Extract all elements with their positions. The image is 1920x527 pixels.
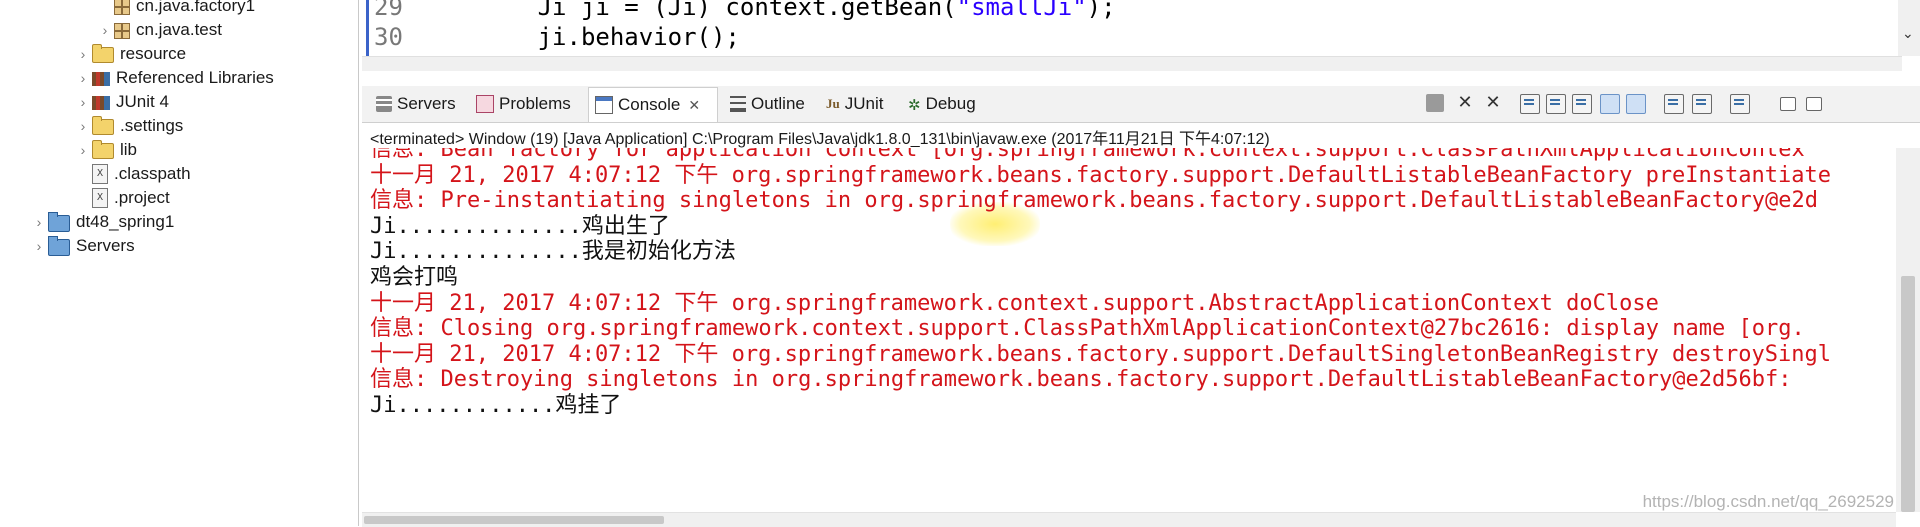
scroll-lock-icon[interactable] (1546, 94, 1566, 114)
tab-label: JUnit (844, 94, 884, 113)
tab-label: Outline (751, 94, 805, 113)
problems-icon (476, 95, 494, 113)
tree-item-label: resource (120, 44, 187, 63)
tab-console[interactable]: Console ✕ (588, 87, 718, 122)
console-vertical-scrollbar[interactable] (1896, 148, 1920, 512)
tree-item-label: .classpath (114, 164, 191, 183)
tree-item-label: Servers (76, 236, 135, 255)
servers-icon (376, 96, 392, 112)
tab-outline[interactable]: Outline (724, 88, 805, 120)
minimize-view-icon[interactable] (1780, 97, 1796, 111)
package-icon (114, 22, 130, 39)
code-line-30[interactable]: 30 ji.behavior(); (374, 22, 740, 52)
project-icon (48, 211, 70, 232)
scroll-thumb[interactable] (1901, 276, 1915, 512)
tab-junit[interactable]: Ju JUnit (820, 88, 883, 120)
code-line-29[interactable]: 29 Ji ji = (Ji) context.getBean("smallJi… (374, 0, 1116, 22)
editor-change-marker (366, 0, 369, 56)
debug-icon: ✲ (908, 97, 921, 114)
tree-item-label: JUnit 4 (116, 92, 169, 111)
folder-icon (92, 140, 114, 159)
chevron-right-icon[interactable]: › (74, 118, 92, 134)
code-string-literal: "smallJi" (956, 0, 1087, 21)
word-wrap-icon[interactable] (1572, 94, 1592, 114)
tab-debug[interactable]: ✲ Debug (902, 88, 976, 120)
tab-label: Servers (397, 94, 456, 113)
package-icon (114, 0, 130, 15)
console-output-line: Ji............鸡挂了 (370, 393, 622, 418)
chevron-right-icon[interactable]: › (74, 142, 92, 158)
tree-item-label: dt48_spring1 (76, 212, 175, 231)
launch-info: <terminated> Window (19) [Java Applicati… (370, 131, 1270, 148)
watermark: https://blog.csdn.net/qq_2692529 (1642, 492, 1894, 511)
chevron-right-icon[interactable]: › (74, 70, 92, 86)
tab-label: Problems (499, 94, 571, 113)
chevron-right-icon[interactable]: › (30, 238, 48, 254)
tree-item-label: .settings (120, 116, 184, 135)
open-console-icon[interactable] (1730, 94, 1750, 114)
remove-all-terminated-icon[interactable]: ✕ (1484, 94, 1502, 112)
view-tab-bar: Servers Problems Console ✕ Outline Ju JU… (362, 86, 1920, 123)
tree-item-label: Referenced Libraries (116, 68, 274, 87)
tree-item-label: .project (114, 188, 170, 207)
chevron-down-icon[interactable]: ⌄ (1902, 26, 1914, 42)
xml-file-icon: X (92, 164, 108, 184)
maximize-view-icon[interactable] (1806, 97, 1822, 111)
line-number: 30 (374, 23, 403, 51)
tab-label: Console (618, 95, 681, 114)
code-text-end: ); (1086, 0, 1116, 21)
console-icon (595, 96, 613, 114)
pin-console-icon[interactable] (1664, 94, 1684, 114)
show-on-stderr-icon[interactable] (1626, 94, 1646, 114)
junit-icon: Ju (826, 96, 840, 111)
tree-item-label: cn.java.test (136, 20, 222, 39)
tree-item-label: lib (120, 140, 138, 159)
tree-item[interactable]: › Servers (30, 232, 135, 260)
close-icon[interactable]: ✕ (688, 97, 700, 114)
editor-horizontal-scrollbar[interactable] (362, 56, 1902, 71)
code-text: Ji ji = (Ji) context.getBean( (422, 0, 957, 21)
console-output[interactable]: 信息: Bean factory for application context… (362, 148, 1896, 512)
display-selected-console-icon[interactable] (1692, 94, 1712, 114)
library-icon (92, 72, 110, 86)
package-explorer: cn.java.factory1 › cn.java.test › resource › R… (0, 0, 359, 526)
outline-icon (730, 96, 746, 112)
code-editor[interactable]: 29 Ji ji = (Ji) context.getBean("smallJi… (362, 0, 1920, 56)
tree-item-label: cn.java.factory1 (136, 0, 256, 15)
chevron-right-icon[interactable]: › (30, 214, 48, 230)
folder-icon (92, 44, 114, 63)
tab-servers[interactable]: Servers (370, 88, 456, 120)
library-icon (92, 96, 110, 110)
editor-vertical-scrollbar[interactable]: ⌄ (1898, 0, 1920, 56)
project-icon (48, 235, 70, 256)
tab-problems[interactable]: Problems (470, 88, 571, 120)
clear-console-icon[interactable] (1520, 94, 1540, 114)
tab-label: Debug (925, 94, 976, 113)
line-number: 29 (374, 0, 403, 21)
show-on-stdout-icon[interactable] (1600, 94, 1620, 114)
xml-file-icon: X (92, 188, 108, 208)
chevron-right-icon[interactable]: › (74, 46, 92, 62)
scroll-thumb[interactable] (364, 516, 664, 524)
remove-launch-icon[interactable]: ✕ (1456, 94, 1474, 112)
folder-icon (92, 116, 114, 135)
console-horizontal-scrollbar[interactable] (362, 512, 1896, 527)
chevron-right-icon[interactable]: › (96, 22, 114, 38)
code-text: ji.behavior(); (422, 23, 740, 51)
chevron-right-icon[interactable]: › (74, 94, 92, 110)
terminate-icon[interactable] (1426, 94, 1444, 112)
